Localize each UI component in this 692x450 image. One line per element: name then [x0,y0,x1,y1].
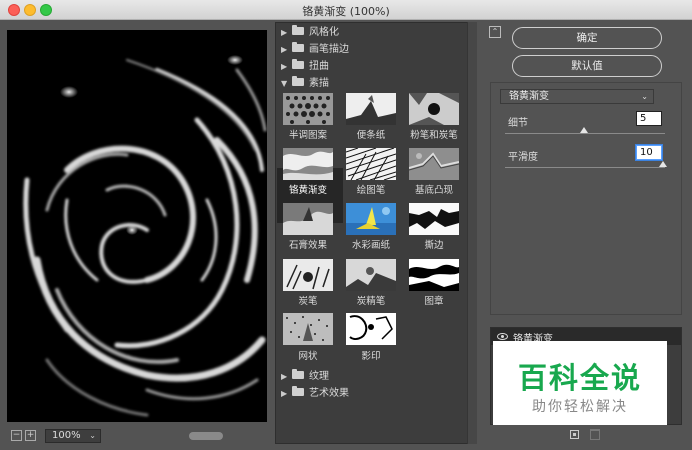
watermark-main-text: 百科全说 [517,361,642,395]
detail-label: 细节 [508,118,528,129]
zoom-value: 100% [52,430,81,441]
filter-label: 水彩画纸 [351,240,390,251]
filter-label: 粉笔和炭笔 [410,130,458,141]
trash-icon[interactable] [590,429,600,440]
chevron-right-icon: ▶ [281,62,288,71]
watermark-sub-text: 助你轻松解决 [532,399,628,415]
chevron-right-icon: ▶ [281,28,288,37]
folder-icon [292,386,304,396]
category-distort[interactable]: ▶ 扭曲 [276,59,467,75]
filter-label: 石膏效果 [288,240,327,251]
filter-label: 炭笔 [298,296,318,307]
folder-icon [292,25,304,35]
category-label: 风格化 [309,27,339,38]
smoothness-input[interactable]: 10 [636,145,662,160]
chevron-right-icon: ▶ [281,372,288,381]
zoom-out-button[interactable]: − [11,430,22,441]
detail-slider-handle[interactable] [580,127,588,133]
filter-thumb-halftone[interactable] [283,93,333,125]
chevron-right-icon: ▶ [281,389,288,398]
filter-label: 基底凸现 [414,185,453,196]
filter-thumb-charcoal[interactable] [283,259,333,291]
chevron-down-icon: ⌄ [641,92,648,101]
preview-canvas[interactable] [7,30,267,422]
category-texture[interactable]: ▶ 纹理 [276,369,467,385]
filter-thumb-photocopy[interactable] [346,313,396,345]
folder-icon [292,42,304,52]
smoothness-slider-handle[interactable] [659,161,667,167]
filter-thumb-torn-edges[interactable] [409,203,459,235]
smoothness-slider-track[interactable] [505,167,665,168]
filter-select[interactable]: 铬黄渐变 ⌄ [500,89,654,104]
title-bar: 铬黄渐变 (100%) [0,0,692,20]
detail-slider-track[interactable] [505,133,665,134]
filter-label: 图章 [424,296,444,307]
category-label: 艺术效果 [309,388,349,399]
chrome-swirl-image [7,30,267,422]
new-effect-layer-icon[interactable] [570,430,579,439]
collapse-gallery-icon[interactable]: ⌃ [489,26,501,38]
chevron-down-icon: ▼ [281,79,288,88]
window-title: 铬黄渐变 (100%) [302,5,390,18]
filter-thumb-plaster[interactable] [283,203,333,235]
zoom-select[interactable]: 100% ⌄ [45,429,101,443]
filter-thumb-reticulation[interactable] [283,313,333,345]
filter-thumb-note-paper[interactable] [346,93,396,125]
preview-scrollbar[interactable] [189,432,223,440]
gallery-scrollbar[interactable] [467,22,477,444]
category-label: 扭曲 [309,61,329,72]
zoom-bar: − + 100% ⌄ [7,428,267,444]
filter-label: 撕边 [424,240,444,251]
detail-input[interactable]: 5 [636,111,662,126]
filter-select-value: 铬黄渐变 [509,91,549,102]
folder-open-icon [292,76,304,86]
filter-label: 网状 [298,351,318,362]
category-label: 纹理 [309,371,329,382]
filter-label: 影印 [361,351,381,362]
folder-icon [292,369,304,379]
category-brush-strokes[interactable]: ▶ 画笔描边 [276,42,467,58]
filter-thumb-conte-crayon[interactable] [346,259,396,291]
filter-label: 绘图笔 [356,185,386,196]
chevron-right-icon: ▶ [281,45,288,54]
smoothness-label: 平滑度 [508,152,538,163]
filter-thumb-watercolor-paper[interactable] [346,203,396,235]
filter-thumb-chalk-charcoal[interactable] [409,93,459,125]
filter-label: 半调图案 [288,130,327,141]
eye-icon[interactable] [497,333,508,340]
category-label: 画笔描边 [309,44,349,55]
filter-gallery: ▶ 风格化 ▶ 画笔描边 ▶ 扭曲 ▼ 素描 半调图案 便条纸 粉笔和炭笔 铬黄渐变 绘… [275,22,468,444]
zoom-in-button[interactable]: + [25,430,36,441]
filter-thumb-graphic-pen[interactable] [345,147,397,181]
watermark: 百科全说 助你轻松解决 [493,341,667,425]
filter-label: 炭精笔 [356,296,386,307]
category-label: 素描 [309,78,329,89]
filter-label: 铬黄渐变 [288,185,327,196]
category-sketch[interactable]: ▼ 素描 [276,76,467,92]
category-artistic[interactable]: ▶ 艺术效果 [276,386,467,402]
filter-thumb-stamp[interactable] [409,259,459,291]
filter-thumb-chrome[interactable] [283,148,333,180]
chevron-down-icon: ⌄ [89,431,96,440]
filter-label: 便条纸 [356,130,386,141]
default-button[interactable]: 默认值 [512,55,662,77]
ok-button[interactable]: 确定 [512,27,662,49]
category-stylize[interactable]: ▶ 风格化 [276,25,467,41]
folder-icon [292,59,304,69]
filter-thumb-bas-relief[interactable] [408,148,460,180]
